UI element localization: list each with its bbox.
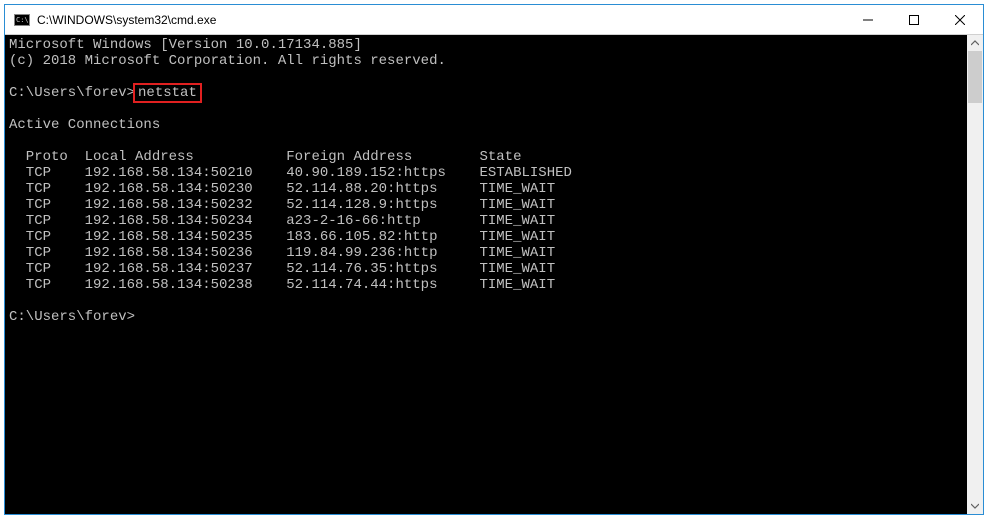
window-controls	[845, 5, 983, 34]
cmd-icon: C:\	[13, 13, 31, 27]
minimize-button[interactable]	[845, 5, 891, 34]
vertical-scrollbar[interactable]	[967, 35, 983, 514]
maximize-button[interactable]	[891, 5, 937, 34]
banner-line-1: Microsoft Windows [Version 10.0.17134.88…	[9, 37, 362, 53]
scroll-down-arrow-icon[interactable]	[967, 498, 983, 514]
section-title: Active Connections	[9, 117, 160, 133]
svg-text:C:\: C:\	[16, 16, 29, 24]
table-header: Proto Local Address Foreign Address Stat…	[9, 149, 521, 165]
prompt-1-prefix: C:\Users\forev>	[9, 85, 135, 101]
cmd-window: C:\ C:\WINDOWS\system32\cmd.exe Microsof…	[4, 4, 984, 515]
terminal-output[interactable]: Microsoft Windows [Version 10.0.17134.88…	[5, 35, 967, 514]
prompt-2: C:\Users\forev>	[9, 309, 135, 325]
highlighted-command: netstat	[133, 83, 202, 103]
client-area: Microsoft Windows [Version 10.0.17134.88…	[5, 35, 983, 514]
titlebar[interactable]: C:\ C:\WINDOWS\system32\cmd.exe	[5, 5, 983, 35]
banner-line-2: (c) 2018 Microsoft Corporation. All righ…	[9, 53, 446, 69]
scroll-thumb[interactable]	[968, 51, 982, 103]
close-button[interactable]	[937, 5, 983, 34]
window-title: C:\WINDOWS\system32\cmd.exe	[37, 13, 845, 27]
connections-table: TCP 192.168.58.134:50210 40.90.189.152:h…	[9, 165, 572, 293]
scroll-up-arrow-icon[interactable]	[967, 35, 983, 51]
